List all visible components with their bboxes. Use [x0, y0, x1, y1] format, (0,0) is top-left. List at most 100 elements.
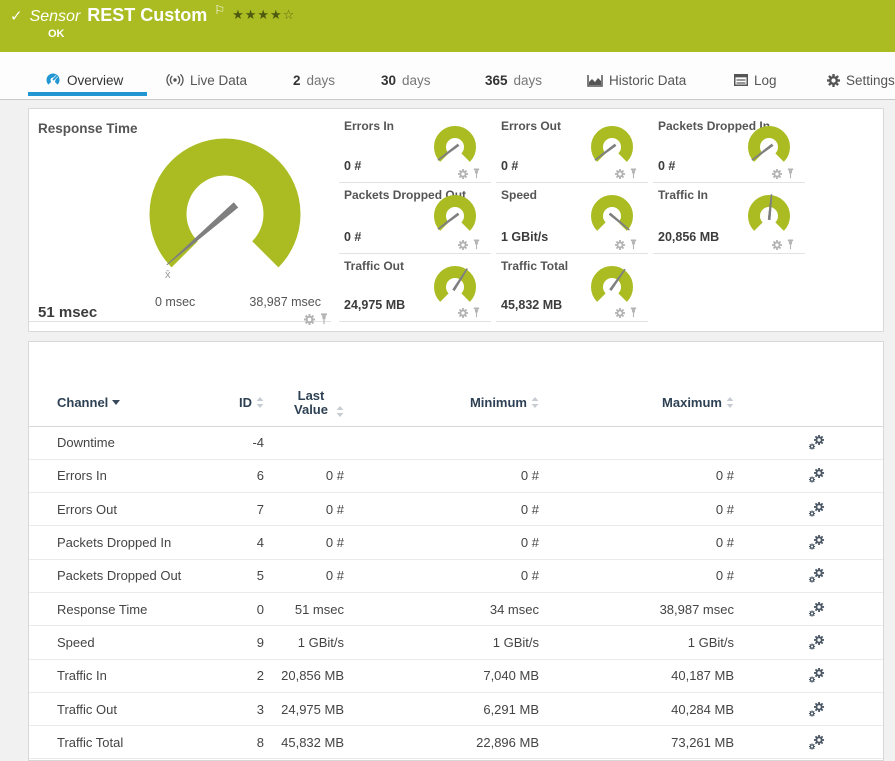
gear-icon[interactable]	[615, 240, 625, 250]
channel-settings-icon[interactable]	[808, 467, 825, 484]
tab-settings[interactable]: Settings	[827, 52, 895, 100]
tab-label: days	[402, 73, 431, 88]
channel-name: Downtime	[29, 426, 229, 459]
channel-id: 0	[229, 592, 264, 625]
pin-icon[interactable]	[629, 307, 638, 318]
channel-table-panel: Channel ID Last Value	[28, 341, 884, 761]
sensor-title: REST Custom	[87, 5, 207, 26]
pin-icon[interactable]	[786, 168, 795, 179]
tab-historic-data[interactable]: Historic Data	[587, 52, 686, 100]
log-icon	[734, 74, 748, 86]
gear-icon[interactable]	[458, 308, 468, 318]
tile-label: Errors In	[344, 119, 394, 133]
channel-minimum	[344, 426, 539, 459]
channel-settings-icon[interactable]	[808, 601, 825, 618]
channel-settings-icon[interactable]	[808, 434, 825, 451]
channel-settings-icon[interactable]	[808, 534, 825, 551]
channel-settings-icon[interactable]	[808, 567, 825, 584]
tile-value: 45,832 MB	[501, 298, 562, 312]
channel-settings-icon[interactable]	[808, 634, 825, 651]
gear-icon[interactable]	[772, 240, 782, 250]
channel-maximum: 73,261 MB	[539, 726, 734, 759]
table-row: Traffic In 2 20,856 MB 7,040 MB 40,187 M…	[29, 659, 883, 692]
mini-gauge	[431, 194, 479, 238]
star-empty[interactable]: ☆	[283, 7, 296, 22]
channel-maximum: 0 #	[539, 526, 734, 559]
priority-stars[interactable]: ★★★★☆	[232, 7, 295, 23]
gauge-tile-packets-dropped-in[interactable]: Packets Dropped In 0 #	[653, 117, 805, 183]
mean-marker: x̄	[165, 269, 171, 281]
channel-settings-icon[interactable]	[808, 501, 825, 518]
column-header-actions	[734, 380, 883, 426]
status-badge: OK	[48, 28, 65, 40]
flag-icon[interactable]: ⚐	[214, 3, 225, 17]
channel-maximum: 0 #	[539, 493, 734, 526]
channel-id: 4	[229, 526, 264, 559]
column-header-maximum[interactable]: Maximum	[539, 380, 734, 426]
channel-minimum: 0 #	[344, 559, 539, 592]
stars-filled[interactable]: ★★★★	[232, 7, 283, 22]
tile-label: Traffic In	[658, 188, 708, 202]
gear-icon[interactable]	[458, 240, 468, 250]
channel-minimum: 6,291 MB	[344, 692, 539, 725]
column-header-minimum[interactable]: Minimum	[344, 380, 539, 426]
pin-icon[interactable]	[319, 313, 329, 325]
tab-log[interactable]: Log	[734, 52, 777, 100]
tile-value: 0 #	[658, 159, 675, 173]
chevron-down-icon	[112, 400, 120, 405]
gear-icon[interactable]	[458, 169, 468, 179]
tab-2-days[interactable]: 2 days	[293, 52, 335, 100]
table-row: Errors In 6 0 # 0 # 0 #	[29, 459, 883, 492]
tab-label: Log	[754, 73, 777, 88]
channel-settings-icon[interactable]	[808, 701, 825, 718]
sensor-header: ✓ Sensor REST Custom ⚐ ★★★★☆ OK	[0, 0, 895, 52]
gauge-icon	[45, 73, 61, 87]
table-row: Errors Out 7 0 # 0 # 0 #	[29, 493, 883, 526]
channel-settings-icon[interactable]	[808, 734, 825, 751]
gear-icon	[827, 74, 840, 87]
gear-icon[interactable]	[772, 169, 782, 179]
mini-gauge	[588, 194, 636, 238]
tab-30-days[interactable]: 30 days	[381, 52, 431, 100]
sort-icon	[531, 397, 539, 408]
gear-icon[interactable]	[615, 169, 625, 179]
column-header-channel[interactable]: Channel	[29, 380, 229, 426]
pin-icon[interactable]	[472, 239, 481, 250]
pin-icon[interactable]	[786, 239, 795, 250]
channel-table: Channel ID Last Value	[29, 380, 883, 759]
tab-label: days	[307, 73, 336, 88]
gauge-value: 51 msec	[38, 304, 97, 321]
channel-name: Packets Dropped In	[29, 526, 229, 559]
gauge-tile-speed[interactable]: Speed 1 GBit/s	[496, 186, 648, 254]
table-row: Packets Dropped Out 5 0 # 0 # 0 #	[29, 559, 883, 592]
pin-icon[interactable]	[472, 168, 481, 179]
pin-icon[interactable]	[629, 239, 638, 250]
table-header-row: Channel ID Last Value	[29, 380, 883, 426]
channel-maximum: 38,987 msec	[539, 592, 734, 625]
pin-icon[interactable]	[629, 168, 638, 179]
pin-icon[interactable]	[472, 307, 481, 318]
column-header-last-value[interactable]: Last Value	[264, 380, 344, 426]
gauge-tile-packets-dropped-out[interactable]: Packets Dropped Out 0 #	[339, 186, 491, 254]
channel-last-value: 24,975 MB	[264, 692, 344, 725]
gear-icon[interactable]	[304, 314, 315, 325]
tab-live-data[interactable]: Live Data	[166, 52, 247, 100]
channel-name: Traffic Out	[29, 692, 229, 725]
gauge-title: Response Time	[38, 121, 138, 136]
gauge-max-label: 38,987 msec	[219, 295, 321, 309]
tab-365-days[interactable]: 365 days	[485, 52, 542, 100]
channel-settings-icon[interactable]	[808, 667, 825, 684]
gear-icon[interactable]	[615, 308, 625, 318]
channel-last-value: 0 #	[264, 526, 344, 559]
response-time-gauge-section[interactable]: Response Time x̄ 0 msec 38,987 msec 51 m…	[29, 117, 331, 322]
tile-value: 20,856 MB	[658, 230, 719, 244]
column-header-id[interactable]: ID	[229, 380, 264, 426]
gauge-tile-traffic-in[interactable]: Traffic In 20,856 MB	[653, 186, 805, 254]
gauge-tile-errors-in[interactable]: Errors In 0 #	[339, 117, 491, 183]
gauge-tile-traffic-out[interactable]: Traffic Out 24,975 MB	[339, 257, 491, 322]
channel-name: Traffic Total	[29, 726, 229, 759]
gauge-tile-traffic-total[interactable]: Traffic Total 45,832 MB	[496, 257, 648, 322]
mini-gauge	[745, 194, 793, 238]
gauges-panel: Response Time x̄ 0 msec 38,987 msec 51 m…	[28, 108, 884, 332]
gauge-tile-errors-out[interactable]: Errors Out 0 #	[496, 117, 648, 183]
